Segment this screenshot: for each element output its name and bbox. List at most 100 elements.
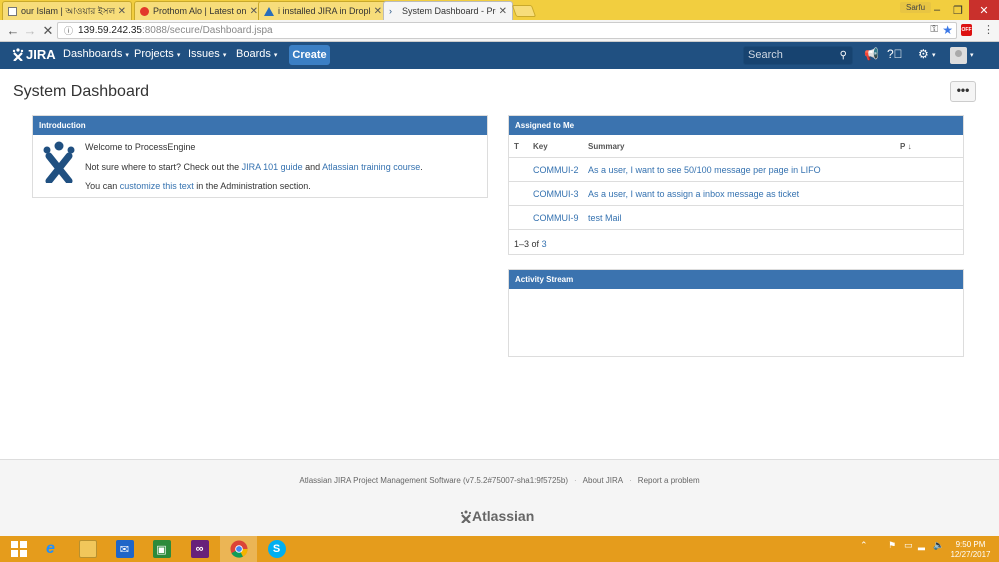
visual-studio-icon: ∞ (190, 540, 209, 558)
taskbar-chrome[interactable] (220, 536, 257, 562)
column-summary[interactable]: Summary (588, 135, 624, 157)
browser-tab-jira-droplet[interactable]: i installed JIRA in Droplet ✕ (258, 1, 388, 20)
report-problem-link[interactable]: Report a problem (638, 476, 700, 485)
chrome-icon (230, 540, 248, 558)
browser-tab-prothom-alo[interactable]: Prothom Alo | Latest onli ✕ (134, 1, 264, 20)
help-icon[interactable]: ?⃝ (887, 47, 903, 61)
address-bar[interactable]: ⓘ 139.59.242.35:8088/secure/Dashboard.js… (57, 22, 957, 39)
close-icon[interactable]: ✕ (499, 6, 507, 17)
sort-down-icon: ↓ (907, 141, 912, 151)
issue-summary-link[interactable]: As a user, I want to assign a inbox mess… (588, 182, 799, 205)
volume-icon[interactable]: 🔈 (933, 540, 944, 551)
clock-time: 9:50 PM (955, 540, 986, 549)
taskbar-file-explorer[interactable] (69, 536, 106, 562)
nav-issues[interactable]: Issues ▾ (188, 48, 226, 60)
nav-dashboards[interactable]: Dashboards ▾ (63, 48, 129, 60)
megaphone-icon[interactable]: 📢 (864, 47, 879, 61)
table-row[interactable]: COMMUI-9 test Mail (509, 206, 963, 230)
folder-icon (78, 540, 97, 558)
about-jira-link[interactable]: About JIRA (583, 476, 623, 485)
close-icon[interactable]: ✕ (118, 6, 126, 17)
tray-chevron-icon[interactable]: ⌃ (860, 540, 868, 551)
minimize-icon[interactable]: – (926, 0, 948, 20)
mail-icon: ✉ (115, 540, 134, 558)
intro-help-line: Not sure where to start? Check out the J… (85, 162, 423, 172)
gadget-title: Introduction (33, 116, 487, 135)
software-version-text: Atlassian JIRA Project Management Softwa… (299, 476, 568, 485)
chevron-down-icon: ▾ (970, 52, 974, 59)
chevron-down-icon: ▾ (125, 52, 129, 59)
jira-logo-icon (12, 48, 24, 61)
back-icon[interactable]: ← (5, 23, 21, 38)
nav-boards[interactable]: Boards ▾ (236, 48, 277, 60)
key-icon[interactable]: ⚿ (930, 24, 938, 35)
issue-summary-link[interactable]: As a user, I want to see 50/100 message … (588, 158, 821, 181)
forward-icon[interactable]: → (22, 23, 38, 38)
browser-toolbar: ← → ✕ ⓘ 139.59.242.35:8088/secure/Dashbo… (0, 20, 999, 42)
customize-text-link[interactable]: customize this text (120, 181, 194, 191)
table-header-row: T Key Summary P ↓ (509, 135, 963, 158)
close-icon[interactable]: ✕ (374, 6, 382, 17)
search-input[interactable]: Search ⚲ (743, 46, 853, 65)
chrome-menu-icon[interactable]: ⋮ (983, 23, 994, 36)
issue-key-link[interactable]: COMMUI-9 (533, 206, 579, 229)
taskbar-skype[interactable]: S (258, 536, 295, 562)
table-row[interactable]: COMMUI-2 As a user, I want to see 50/100… (509, 158, 963, 182)
tab-title: Prothom Alo | Latest onli (153, 6, 247, 16)
issue-key-link[interactable]: COMMUI-3 (533, 182, 579, 205)
issue-key-link[interactable]: COMMUI-2 (533, 158, 579, 181)
atlassian-logo[interactable]: Atlassian (460, 508, 534, 524)
create-button[interactable]: Create (289, 45, 330, 65)
jira-logo-text: JIRA (26, 47, 56, 62)
atlassian-logo-text: Atlassian (472, 508, 535, 524)
avatar[interactable] (950, 47, 967, 64)
atlassian-training-link[interactable]: Atlassian training course (322, 162, 420, 172)
search-placeholder: Search (748, 49, 783, 61)
column-key[interactable]: Key (533, 135, 548, 157)
reload-stop-icon[interactable]: ✕ (40, 23, 56, 39)
welcome-text: Welcome to ProcessEngine (85, 142, 196, 152)
atlassian-logo-icon (460, 510, 472, 523)
taskbar-store[interactable]: ▣ (143, 536, 180, 562)
search-icon[interactable]: ⚲ (840, 47, 847, 64)
flag-icon[interactable]: ⚑ (888, 540, 896, 551)
gadget-title: Assigned to Me (509, 116, 963, 135)
table-row[interactable]: COMMUI-3 As a user, I want to assign a i… (509, 182, 963, 206)
jira-favicon-icon: › (389, 5, 392, 16)
info-icon[interactable]: ⓘ (64, 24, 73, 37)
taskbar-visual-studio[interactable]: ∞ (181, 536, 218, 562)
browser-tab-our-islam[interactable]: our Islam | আওয়ার ইসলা ✕ (2, 1, 132, 20)
page-icon (8, 6, 17, 16)
column-priority[interactable]: P ↓ (900, 135, 912, 157)
window-close-icon[interactable]: ✕ (969, 0, 999, 20)
bookmark-star-icon[interactable]: ★ (942, 23, 953, 37)
url-path: :8088/secure/Dashboard.jspa (141, 25, 273, 36)
activity-stream-gadget: Activity Stream (508, 269, 964, 357)
jira-101-guide-link[interactable]: JIRA 101 guide (242, 162, 303, 172)
column-type[interactable]: T (514, 135, 519, 157)
close-icon[interactable]: ✕ (250, 6, 258, 17)
browser-tab-system-dashboard[interactable]: › System Dashboard - Proc ✕ (383, 1, 513, 20)
issue-summary-link[interactable]: test Mail (588, 206, 622, 229)
browser-tab-strip: our Islam | আওয়ার ইসলা ✕ Prothom Alo | … (0, 0, 999, 20)
battery-icon[interactable]: ▭ (904, 540, 913, 551)
restore-icon[interactable]: ❐ (947, 0, 969, 20)
taskbar-mail[interactable]: ✉ (106, 536, 143, 562)
results-total-link[interactable]: 3 (542, 239, 547, 249)
gear-icon[interactable]: ⚙ (918, 47, 929, 61)
network-icon[interactable]: ▂ (918, 540, 925, 551)
url-host: 139.59.242.35 (78, 25, 142, 36)
results-count: 1–3 of 3 (514, 239, 547, 249)
new-tab-button[interactable] (511, 5, 537, 17)
nav-projects[interactable]: Projects ▾ (134, 48, 180, 60)
intro-customize-line: You can customize this text in the Admin… (85, 181, 311, 191)
jira-logo[interactable]: JIRA (12, 47, 56, 62)
atlassian-triangle-icon (264, 6, 274, 16)
footer-links: Atlassian JIRA Project Management Softwa… (299, 476, 700, 485)
taskbar-clock[interactable]: 9:50 PM 12/27/2017 (948, 540, 993, 560)
more-options-button[interactable]: ••• (950, 81, 976, 102)
extension-icon[interactable]: OFF (961, 24, 972, 36)
tab-title: System Dashboard - Proc (402, 6, 496, 16)
windows-logo-icon (10, 541, 27, 557)
taskbar-internet-explorer[interactable]: e (32, 536, 69, 562)
